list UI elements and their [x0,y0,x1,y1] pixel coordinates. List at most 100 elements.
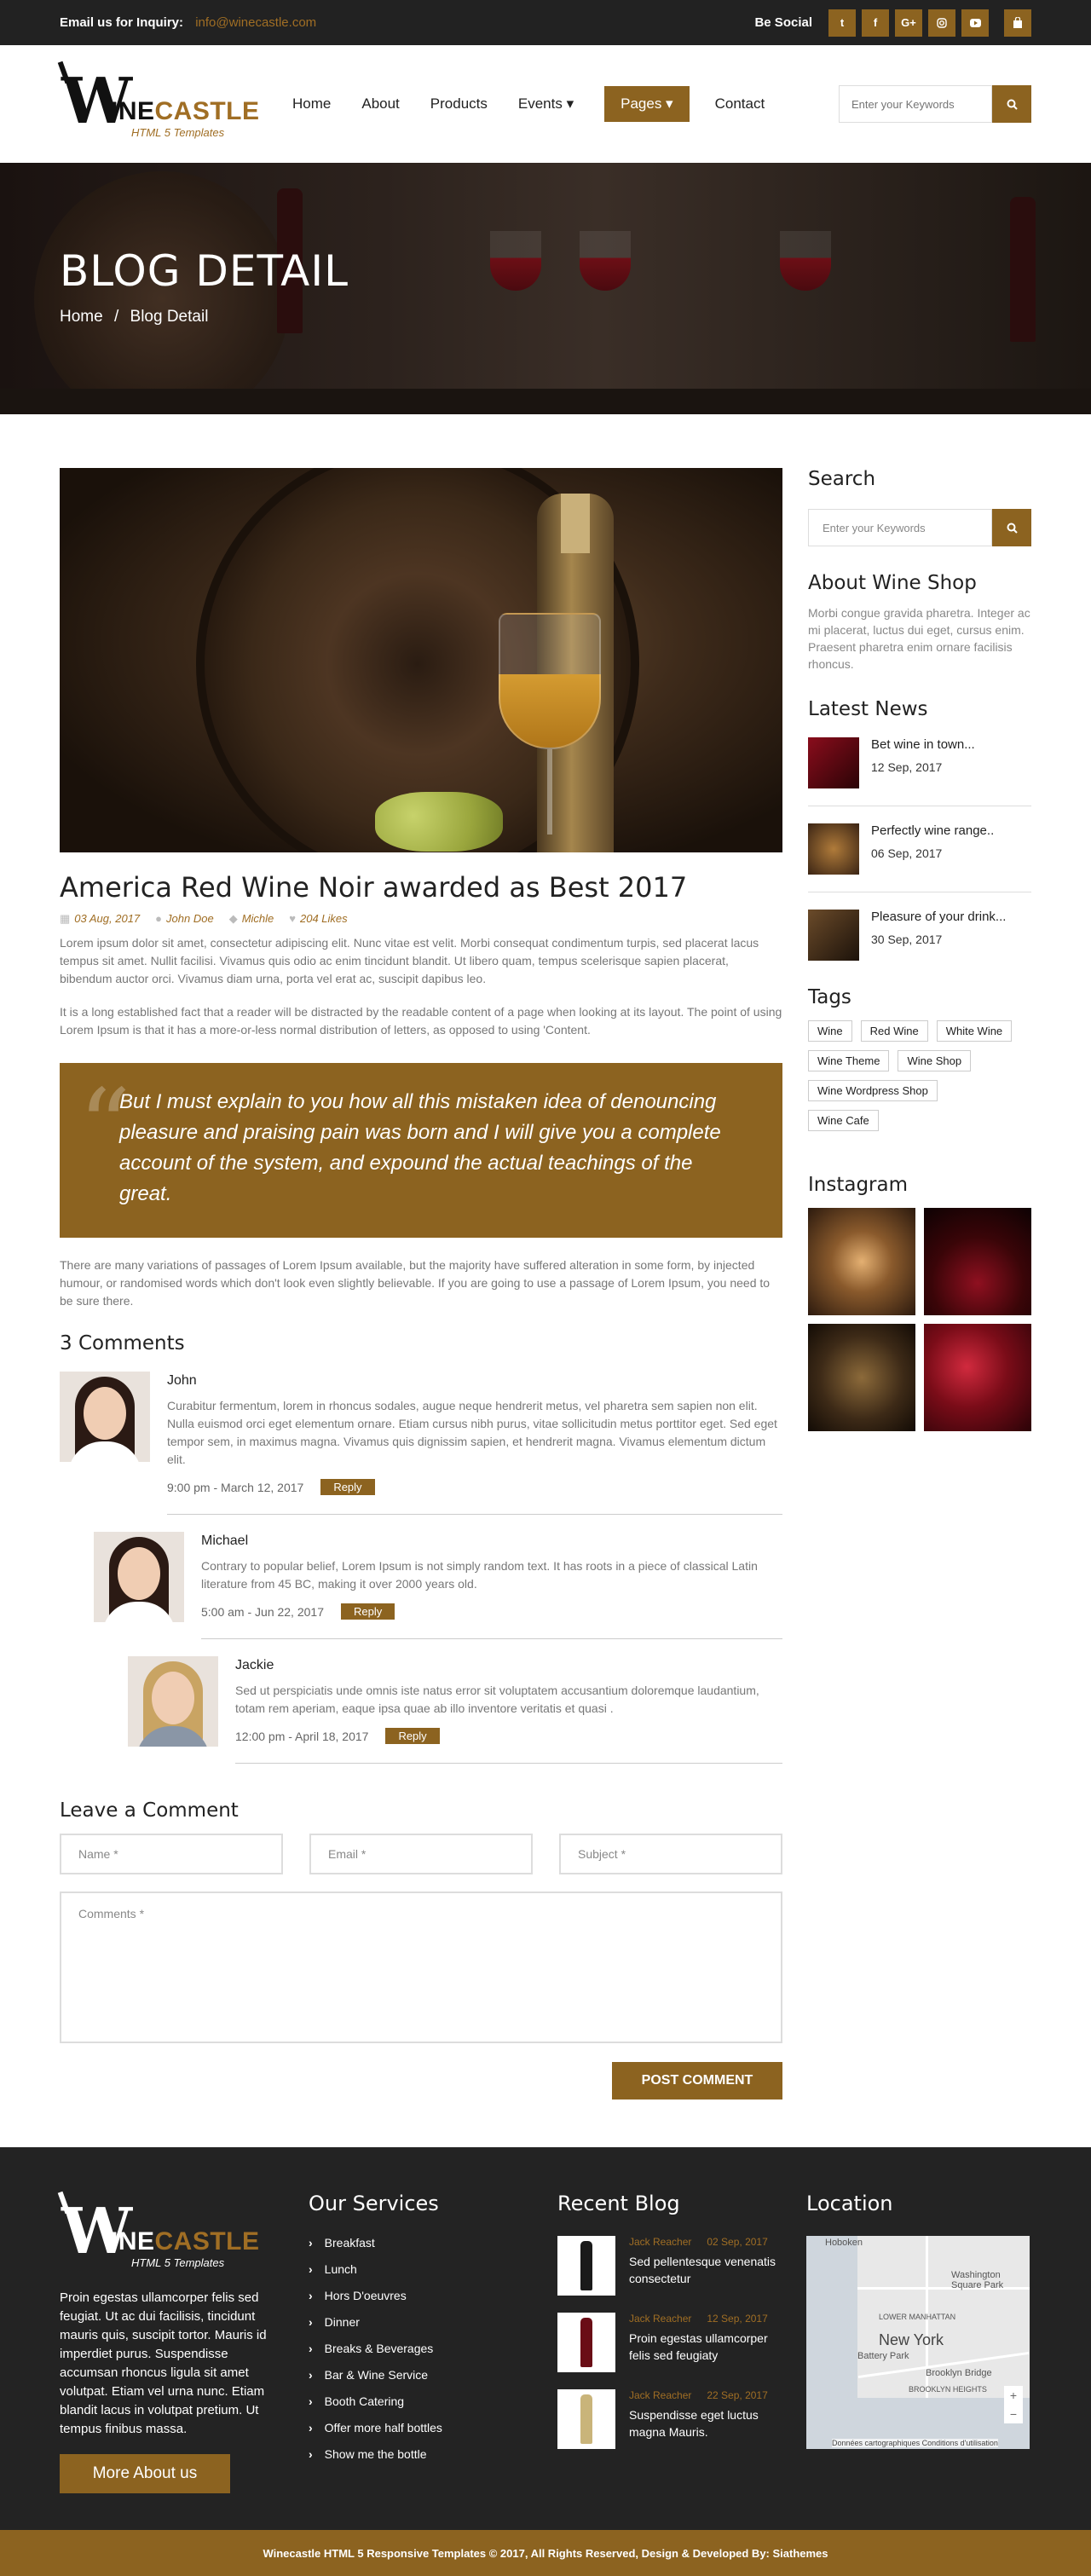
post-likes[interactable]: ♥ 204 Likes [289,912,347,926]
header-search-input[interactable] [839,85,992,123]
service-link[interactable]: Hors D'oeuvres [309,2289,532,2302]
banner-glass-image [780,231,831,291]
blog-title[interactable]: Suspendisse eget luctus magna Mauris. [629,2406,781,2440]
post-comment-button[interactable]: POST COMMENT [612,2062,782,2099]
google-plus-icon[interactable]: G+ [895,9,922,37]
avatar [94,1532,184,1622]
post-author[interactable]: ● John Doe [155,912,214,926]
service-link[interactable]: Booth Catering [309,2394,532,2408]
breadcrumb-home[interactable]: Home [60,308,103,326]
comment-text: Sed ut perspiciatis unde omnis iste natu… [235,1684,759,1715]
user-icon: ● [155,912,163,925]
youtube-icon[interactable] [961,9,989,37]
footer: W INECASTLE HTML 5 Templates Proin egest… [0,2147,1091,2535]
comment-author: Michael [201,1533,249,1548]
tag-cloud: Wine Red Wine White Wine Wine Theme Wine… [808,1020,1031,1140]
news-thumbnail [808,823,859,875]
nav-pages[interactable]: Pages ▾ [604,86,690,122]
nav-about[interactable]: About [361,87,399,121]
banner-glass-image [580,231,631,291]
nav-contact[interactable]: Contact [715,87,765,121]
reply-button[interactable]: Reply [341,1603,395,1620]
inquiry-email-link[interactable]: info@winecastle.com [195,15,316,30]
instagram-photo[interactable] [924,1324,1031,1431]
news-item[interactable]: Perfectly wine range.. 06 Sep, 2017 [808,806,1031,892]
footer-about: W INECASTLE HTML 5 Templates Proin egest… [57,2191,283,2493]
instagram-grid [808,1208,1031,1431]
email-field[interactable]: Email * [309,1834,533,1874]
banner-glass-image [490,231,541,291]
recent-blog-item[interactable]: Jack Reacher 02 Sep, 2017 Sed pellentesqu… [557,2236,781,2296]
service-link[interactable]: Show me the bottle [309,2447,532,2461]
news-date: 30 Sep, 2017 [871,933,943,946]
tag[interactable]: White Wine [936,1020,1013,1042]
facebook-icon[interactable]: f [862,9,889,37]
blog-title[interactable]: Sed pellentesque venenatis consectetur [629,2253,781,2287]
breadcrumb-separator: / [113,308,119,326]
zoom-in-icon[interactable]: + [1010,2388,1017,2402]
blog-post: America Red Wine Noir awarded as Best 20… [60,468,782,2099]
site-logo[interactable]: W INECASTLE HTML 5 Templates [57,61,268,147]
nav-home[interactable]: Home [292,87,331,121]
twitter-icon[interactable]: t [828,9,856,37]
sidebar-news-title: Latest News [808,698,928,720]
location-map[interactable]: Hoboken Washington Square Park LOWER MAN… [806,2236,1030,2449]
comment-author: Jackie [235,1658,274,1672]
tag[interactable]: Wine [808,1020,852,1042]
subject-field[interactable]: Subject * [559,1834,782,1874]
blockquote: “ But I must explain to you how all this… [60,1063,782,1238]
post-paragraph: It is a long established fact that a rea… [60,1005,782,1037]
nav-products[interactable]: Products [430,87,488,121]
comment-time: 12:00 pm - April 18, 2017 [235,1729,369,1743]
nav-events[interactable]: Events ▾ [518,87,574,121]
news-title[interactable]: Pleasure of your drink... [871,910,1006,924]
search-icon[interactable] [992,85,1031,123]
instagram-photo[interactable] [808,1208,915,1315]
comment-time: 5:00 am - Jun 22, 2017 [201,1604,324,1619]
instagram-icon[interactable] [928,9,955,37]
tag[interactable]: Wine Cafe [808,1110,879,1131]
sidebar-search-input[interactable]: Enter your Keywords [808,509,992,546]
news-title[interactable]: Perfectly wine range.. [871,823,994,838]
footer-recent-blog: Recent Blog Jack Reacher 02 Sep, 2017 Sed… [557,2192,781,2493]
sidebar-search-title: Search [808,468,876,490]
news-title[interactable]: Bet wine in town... [871,737,975,752]
service-link[interactable]: Lunch [309,2262,532,2276]
recent-blog-item[interactable]: Jack Reacher 22 Sep, 2017 Suspendisse ege… [557,2389,781,2449]
footer-logo[interactable]: W INECASTLE HTML 5 Templates [57,2191,268,2277]
service-link[interactable]: Breaks & Beverages [309,2342,532,2355]
tag[interactable]: Red Wine [860,1020,928,1042]
tag[interactable]: Wine Shop [898,1050,972,1071]
search-icon[interactable] [992,509,1031,546]
map-label: Hoboken [825,2238,863,2248]
service-link[interactable]: Breakfast [309,2236,532,2250]
post-comments[interactable]: ◆ Michle [229,912,274,926]
name-field[interactable]: Name * [60,1834,283,1874]
comments-textarea[interactable]: Comments * [60,1892,782,2043]
tag[interactable]: Wine Theme [808,1050,890,1071]
instagram-photo[interactable] [924,1208,1031,1315]
more-about-button[interactable]: More About us [60,2454,230,2493]
map-zoom-control[interactable]: + − [1004,2386,1023,2423]
page-banner: BLOG DETAIL Home / Blog Detail [0,163,1091,414]
instagram-photo[interactable] [808,1324,915,1431]
zoom-out-icon[interactable]: − [1010,2407,1017,2421]
recent-blog-item[interactable]: Jack Reacher 12 Sep, 2017 Proin egestas u… [557,2313,781,2372]
service-link[interactable]: Offer more half bottles [309,2421,532,2434]
reply-button[interactable]: Reply [320,1479,375,1495]
banner-bottle-image [1010,197,1036,342]
news-date: 06 Sep, 2017 [871,846,943,860]
reply-button[interactable]: Reply [385,1728,440,1744]
post-title: America Red Wine Noir awarded as Best 20… [60,871,688,904]
news-item[interactable]: Pleasure of your drink... 30 Sep, 2017 [808,892,1031,978]
post-featured-image [60,468,782,852]
shopping-bag-icon[interactable] [1004,9,1031,37]
map-attribution: Données cartographiques Conditions d'uti… [832,2439,998,2447]
blog-date: 12 Sep, 2017 [707,2313,768,2325]
blog-title[interactable]: Proin egestas ullamcorper felis sed feug… [629,2330,781,2364]
map-label: Brooklyn Bridge [926,2368,992,2378]
news-item[interactable]: Bet wine in town... 12 Sep, 2017 [808,720,1031,806]
tag[interactable]: Wine Wordpress Shop [808,1080,938,1101]
service-link[interactable]: Bar & Wine Service [309,2368,532,2382]
service-link[interactable]: Dinner [309,2315,532,2329]
